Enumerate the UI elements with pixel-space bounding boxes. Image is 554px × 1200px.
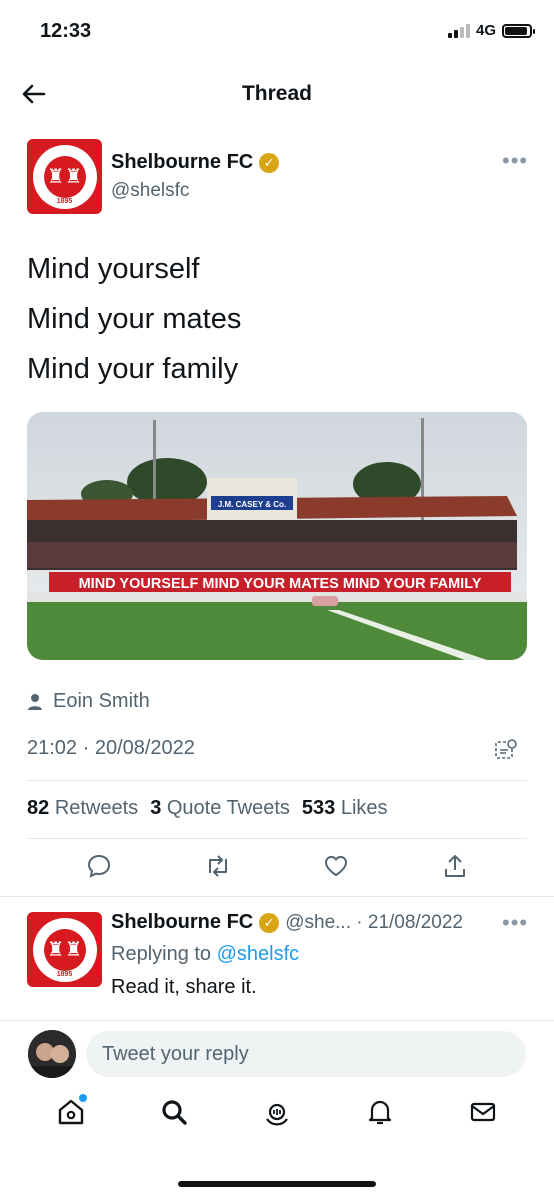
reply-handle-date: @she... · 21/08/2022 <box>285 911 463 933</box>
club-crest-icon: ♜♜ 1895 <box>32 144 97 209</box>
envelope-icon <box>470 1102 495 1122</box>
crest-year: 1895 <box>56 970 73 978</box>
likes-stat[interactable]: 533 Likes <box>302 797 388 820</box>
person-icon <box>28 693 42 710</box>
verified-badge-icon: ✓ <box>259 152 280 173</box>
club-crest-icon: ♜♜ 1895 <box>32 917 97 982</box>
reply-input[interactable]: Tweet your reply <box>86 1031 526 1077</box>
more-options-icon[interactable]: ••• <box>502 148 528 174</box>
divider <box>0 896 554 897</box>
spaces-icon <box>266 1103 288 1126</box>
notifications-tab[interactable] <box>360 1092 400 1132</box>
author-handle[interactable]: @shelsfc <box>111 180 279 202</box>
author-avatar[interactable]: ♜♜ 1895 <box>27 139 102 214</box>
divider <box>27 780 527 781</box>
home-indicator[interactable] <box>178 1181 376 1187</box>
tweet-photo[interactable]: J.M. CASEY & Co. MIND YOURSELF MIND YOUR… <box>27 412 527 660</box>
home-tab[interactable] <box>51 1092 91 1132</box>
crest-year: 1895 <box>56 197 73 205</box>
reply-text: Read it, share it. <box>111 976 257 998</box>
tweet-line: Mind yourself <box>27 253 200 285</box>
share-icon[interactable] <box>439 850 471 882</box>
search-icon <box>162 1100 187 1125</box>
banner-text: MIND YOURSELF MIND YOUR MATES MIND YOUR … <box>79 576 482 592</box>
replying-to: Replying to @shelsfc <box>111 943 300 965</box>
tweet-actions <box>0 850 554 882</box>
tweet-body: Mind yourself Mind your mates Mind your … <box>27 244 241 394</box>
stand-sign: J.M. CASEY & Co. <box>218 500 286 509</box>
tweet-line: Mind your family <box>27 353 239 385</box>
divider <box>27 838 527 839</box>
like-icon[interactable] <box>320 850 352 882</box>
more-options-icon[interactable]: ••• <box>502 910 528 936</box>
retweet-icon[interactable] <box>202 850 234 882</box>
reply-author-name[interactable]: Shelbourne FC <box>111 911 253 934</box>
author-name[interactable]: Shelbourne FC <box>111 151 253 174</box>
tweet-line: Mind your mates <box>27 303 242 335</box>
page-title: Thread <box>241 82 312 105</box>
status-indicators: 4G <box>447 22 535 39</box>
reply-icon[interactable] <box>83 850 115 882</box>
network-label: 4G <box>475 22 496 39</box>
photo-credit-name: Eoin Smith <box>53 690 150 712</box>
signal-icon <box>447 23 470 38</box>
battery-icon <box>502 23 535 38</box>
tweet-timestamp: 21:02 · 20/08/2022 <box>27 737 195 759</box>
spaces-tab[interactable] <box>257 1092 297 1132</box>
bell-icon <box>368 1100 391 1125</box>
reply-tweet[interactable]: Shelbourne FC ✓ @she... · 21/08/2022 Rep… <box>111 911 511 999</box>
analytics-icon[interactable] <box>494 738 518 767</box>
replying-to-handle[interactable]: @shelsfc <box>217 943 300 965</box>
photo-credit[interactable]: Eoin Smith <box>27 690 150 713</box>
messages-tab[interactable] <box>463 1092 503 1132</box>
tweet-stats: 82 Retweets 3 Quote Tweets 533 Likes <box>27 797 388 820</box>
status-time: 12:33 <box>40 20 92 42</box>
bottom-tab-bar <box>0 1092 554 1132</box>
user-avatar[interactable] <box>28 1030 76 1078</box>
quote-tweets-stat[interactable]: 3 Quote Tweets <box>150 797 290 820</box>
verified-badge-icon: ✓ <box>259 912 280 933</box>
search-tab[interactable] <box>154 1092 194 1132</box>
reply-author-avatar[interactable]: ♜♜ 1895 <box>27 912 102 987</box>
retweets-stat[interactable]: 82 Retweets <box>27 797 138 820</box>
